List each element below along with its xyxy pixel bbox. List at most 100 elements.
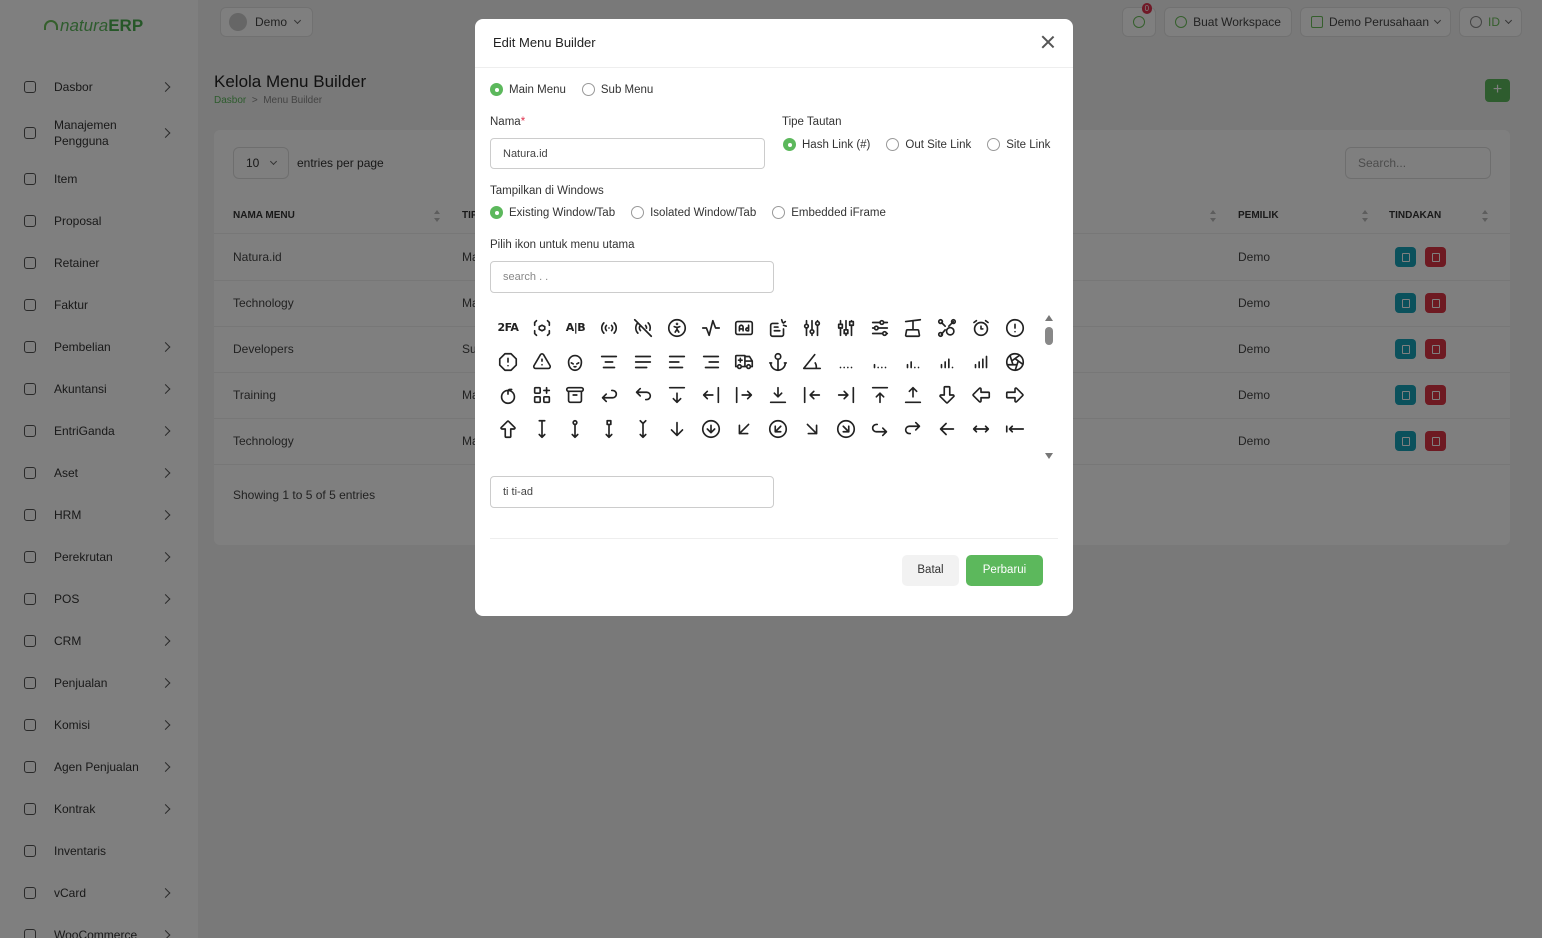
aperture-icon[interactable] — [998, 345, 1029, 379]
antenna-bars-2-icon[interactable] — [863, 345, 897, 379]
radio-hash-link[interactable]: Hash Link (#) — [783, 138, 870, 151]
alert-triangle-icon[interactable] — [525, 345, 559, 379]
adjustments-alt-icon[interactable] — [829, 311, 863, 345]
arrow-down-right-icon[interactable] — [795, 412, 829, 446]
arrow-back-up-icon[interactable] — [626, 379, 660, 413]
radio-circle-icon[interactable] — [772, 206, 786, 219]
radio-main-menu[interactable]: Main Menu — [490, 83, 566, 96]
icon-grid-row: 2FA A|B — [491, 311, 1029, 345]
radio-circle-icon[interactable] — [631, 206, 645, 219]
arrow-bar-to-left-icon[interactable] — [795, 379, 829, 413]
alarm-icon[interactable] — [964, 311, 998, 345]
ad-icon[interactable] — [728, 311, 762, 345]
name-label: Nama* — [490, 116, 526, 128]
arrow-forward-icon[interactable] — [863, 412, 897, 446]
radio-circle-icon[interactable] — [490, 206, 503, 219]
radio-circle-icon[interactable] — [886, 138, 900, 151]
arrow-bottom-circle-icon[interactable] — [559, 412, 593, 446]
arrow-down-right-circle-icon[interactable] — [829, 412, 863, 446]
icon-grid-row — [491, 412, 1029, 446]
arrow-bar-right-icon[interactable] — [728, 379, 762, 413]
arrow-big-right-icon[interactable] — [998, 379, 1029, 413]
antenna-bars-1-icon[interactable] — [829, 345, 863, 379]
alert-octagon-icon[interactable] — [491, 345, 525, 379]
arrow-bottom-tail-icon[interactable] — [626, 412, 660, 446]
adjustments-icon[interactable] — [795, 311, 829, 345]
radio-isolated-window-tab[interactable]: Isolated Window/Tab — [631, 206, 756, 219]
arrow-forward-up-icon[interactable] — [897, 412, 931, 446]
cancel-button[interactable]: Batal — [902, 555, 959, 586]
arrow-big-top-icon[interactable] — [491, 412, 525, 446]
icon-grid-scrollbar[interactable] — [1043, 315, 1055, 459]
arrow-down-left-circle-icon[interactable] — [761, 412, 795, 446]
arrow-bar-up-icon[interactable] — [897, 379, 931, 413]
arrow-down-left-icon[interactable] — [728, 412, 762, 446]
angle-icon[interactable] — [795, 345, 829, 379]
selected-icon-field[interactable]: ti ti-ad — [490, 476, 774, 508]
archive-icon[interactable] — [559, 379, 593, 413]
window-radio-group: Existing Window/Tab Isolated Window/Tab Em… — [490, 206, 902, 219]
radio-embedded-iframe[interactable]: Embedded iFrame — [772, 206, 886, 219]
scroll-down-icon[interactable] — [1045, 453, 1053, 459]
arrow-bottom-bar-icon[interactable] — [525, 412, 559, 446]
apple-icon[interactable] — [491, 379, 525, 413]
radio-sub-menu[interactable]: Sub Menu — [581, 83, 653, 96]
link-type-radio-group: Hash Link (#) Out Site Link Site Link — [783, 138, 1066, 151]
close-icon[interactable] — [1041, 35, 1055, 49]
radio-circle-icon[interactable] — [581, 83, 595, 96]
align-left-icon[interactable] — [660, 345, 694, 379]
arrow-bar-to-down-icon[interactable] — [761, 379, 795, 413]
radio-circle-icon[interactable] — [490, 83, 503, 96]
radio-site-link[interactable]: Site Link — [987, 138, 1050, 151]
modal-header: Edit Menu Builder — [475, 19, 1073, 68]
arrow-back-icon[interactable] — [592, 379, 626, 413]
arrow-big-left-icon[interactable] — [964, 379, 998, 413]
antenna-bars-5-icon[interactable] — [964, 345, 998, 379]
alert-circle-icon[interactable] — [998, 311, 1029, 345]
antenna-bars-3-icon[interactable] — [897, 345, 931, 379]
menu-level-radio-group: Main Menu Sub Menu — [490, 83, 669, 96]
anchor-icon[interactable] — [761, 345, 795, 379]
arrow-bar-down-icon[interactable] — [660, 379, 694, 413]
antenna-bars-4-icon[interactable] — [930, 345, 964, 379]
arrow-bottom-square-icon[interactable] — [592, 412, 626, 446]
arrow-left-right-icon[interactable] — [964, 412, 998, 446]
2fa-icon[interactable]: 2FA — [491, 311, 525, 345]
scroll-up-icon[interactable] — [1045, 315, 1053, 321]
aerial-lift-icon[interactable] — [897, 311, 931, 345]
update-button[interactable]: Perbarui — [966, 555, 1043, 586]
arrow-bar-left-icon[interactable] — [694, 379, 728, 413]
arrow-big-down-icon[interactable] — [930, 379, 964, 413]
name-input[interactable]: Natura.id — [490, 138, 765, 169]
a-b-icon[interactable]: A|B — [559, 311, 593, 345]
3d-cube-sphere-icon[interactable] — [525, 311, 559, 345]
arrow-bar-to-right-icon[interactable] — [829, 379, 863, 413]
arrow-down-circle-icon[interactable] — [694, 412, 728, 446]
adjustments-horizontal-icon[interactable] — [863, 311, 897, 345]
align-justified-icon[interactable] — [626, 345, 660, 379]
arrow-left-bar-icon[interactable] — [998, 412, 1029, 446]
scroll-thumb[interactable] — [1045, 327, 1053, 345]
icon-grid-row — [491, 379, 1029, 413]
radio-out-site-link[interactable]: Out Site Link — [886, 138, 971, 151]
access-point-off-icon[interactable] — [626, 311, 660, 345]
align-right-icon[interactable] — [694, 345, 728, 379]
ambulance-icon[interactable] — [728, 345, 762, 379]
radio-circle-icon[interactable] — [987, 138, 1001, 151]
alien-icon[interactable] — [559, 345, 593, 379]
arrow-bar-to-up-icon[interactable] — [863, 379, 897, 413]
radio-existing-window-tab[interactable]: Existing Window/Tab — [490, 206, 615, 219]
apps-icon[interactable] — [525, 379, 559, 413]
icon-search-input[interactable]: search . . — [490, 261, 774, 293]
ad-2-icon[interactable] — [761, 311, 795, 345]
access-point-icon[interactable] — [592, 311, 626, 345]
accessible-icon[interactable] — [660, 311, 694, 345]
activity-icon[interactable] — [694, 311, 728, 345]
icon-picker-grid: 2FA A|B — [491, 311, 1029, 459]
icon-picker-label: Pilih ikon untuk menu utama — [490, 239, 635, 251]
arrow-down-icon[interactable] — [660, 412, 694, 446]
align-center-icon[interactable] — [592, 345, 626, 379]
arrow-left-icon[interactable] — [930, 412, 964, 446]
affiliate-icon[interactable] — [930, 311, 964, 345]
radio-circle-icon[interactable] — [783, 138, 796, 151]
